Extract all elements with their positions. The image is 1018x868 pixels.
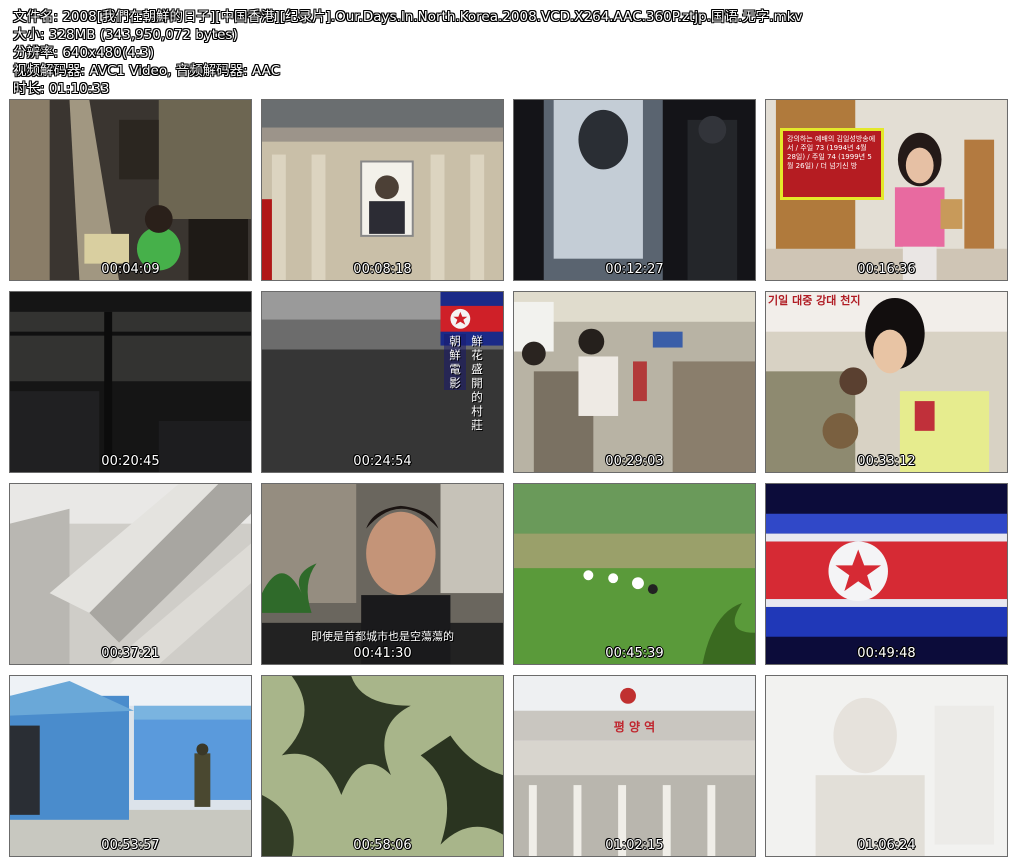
timestamp: 00:29:03 — [605, 454, 664, 469]
pyongyang-station-image — [514, 676, 755, 856]
timestamp: 00:41:30 — [353, 646, 412, 661]
station-sign: 평 양 역 — [613, 720, 656, 734]
timestamp: 00:58:06 — [353, 838, 412, 853]
dark-window-scene-image — [514, 100, 755, 280]
thumbnail-3[interactable]: 00:12:27 — [513, 99, 756, 281]
park-lawn-image — [514, 484, 755, 664]
file-info-header: 文件名: 2008[我們在朝鮮的日子][中国香港][纪录片].Our.Days.… — [13, 8, 1003, 98]
timestamp: 00:08:18 — [353, 262, 412, 277]
thumbnail-5[interactable]: 00:20:45 — [9, 291, 252, 473]
file-size-line: 大小: 328MB (343,950,072 bytes) — [13, 27, 238, 43]
timestamp: 00:45:39 — [605, 646, 664, 661]
concrete-beams-image — [10, 484, 251, 664]
codec-line: 视频解码器: AVC1 Video, 音频解码器: AAC — [13, 63, 281, 79]
escalator-scene-image — [10, 100, 251, 280]
timestamp: 01:06:24 — [857, 838, 916, 853]
file-name-line: 文件名: 2008[我們在朝鮮的日子][中国香港][纪录片].Our.Days.… — [13, 9, 803, 25]
blue-huts-image — [10, 676, 251, 856]
timestamp: 00:53:57 — [101, 838, 160, 853]
resolution-line: 分辨率: 640x480(4:3) — [13, 45, 155, 61]
thumbnail-1[interactable]: 00:04:09 — [9, 99, 252, 281]
timestamp: 00:37:21 — [101, 646, 160, 661]
flag-emblem-image — [766, 484, 1007, 664]
dark-bus-interior-image — [10, 292, 251, 472]
timestamp: 00:33:12 — [857, 454, 916, 469]
thumbnail-6[interactable]: 朝鮮電影 鮮花盛開的村莊 00:24:54 — [261, 291, 504, 473]
thumbnail-8[interactable]: 기일 대중 강대 천지 00:33:12 — [765, 291, 1008, 473]
timestamp: 00:24:54 — [353, 454, 412, 469]
subtitle-caption: 即使是首都城市也是空蕩蕩的 — [311, 630, 454, 643]
thumbnail-9[interactable]: 00:37:21 — [9, 483, 252, 665]
thumbnail-14[interactable]: 00:58:06 — [261, 675, 504, 857]
thumbnail-16[interactable]: 01:06:24 — [765, 675, 1008, 857]
duration-line: 时长: 01:10:33 — [13, 81, 110, 97]
thumbnail-2[interactable]: 00:08:18 — [261, 99, 504, 281]
thumbnail-10[interactable]: 即使是首都城市也是空蕩蕩的 00:41:30 — [261, 483, 504, 665]
portrait-building-image — [262, 100, 503, 280]
timestamp: 00:20:45 — [101, 454, 160, 469]
timestamp: 00:16:36 — [857, 262, 916, 277]
notice-sign: 강의하는 예배의 김일성방송에서 / 주일 73 (1994년 4월 28일) … — [780, 128, 884, 200]
timestamp: 00:49:48 — [857, 646, 916, 661]
thumbnail-13[interactable]: 00:53:57 — [9, 675, 252, 857]
thumbnail-7[interactable]: 00:29:03 — [513, 291, 756, 473]
timestamp: 01:02:15 — [605, 838, 664, 853]
banner-text: 기일 대중 강대 천지 — [768, 294, 861, 307]
crowd-reporter-image — [766, 292, 1007, 472]
thumbnail-12[interactable]: 00:49:48 — [765, 483, 1008, 665]
film-subtitle-caption: 鮮花盛開的村莊 — [471, 334, 483, 432]
film-title-caption: 朝鮮電影 — [444, 334, 466, 390]
foliage-shadow-image — [262, 676, 503, 856]
thumbnail-15[interactable]: 평 양 역 01:02:15 — [513, 675, 756, 857]
thumbnail-4[interactable]: 강의하는 예배의 김일성방송에서 / 주일 73 (1994년 4월 28일) … — [765, 99, 1008, 281]
faded-portrait-image — [766, 676, 1007, 856]
bus-passengers-image — [514, 292, 755, 472]
thumbnail-grid: 00:04:09 00:08:18 00:12:27 강의하는 예배의 김일성방… — [9, 99, 1009, 861]
timestamp: 00:12:27 — [605, 262, 664, 277]
thumbnail-11[interactable]: 00:45:39 — [513, 483, 756, 665]
timestamp: 00:04:09 — [101, 262, 160, 277]
